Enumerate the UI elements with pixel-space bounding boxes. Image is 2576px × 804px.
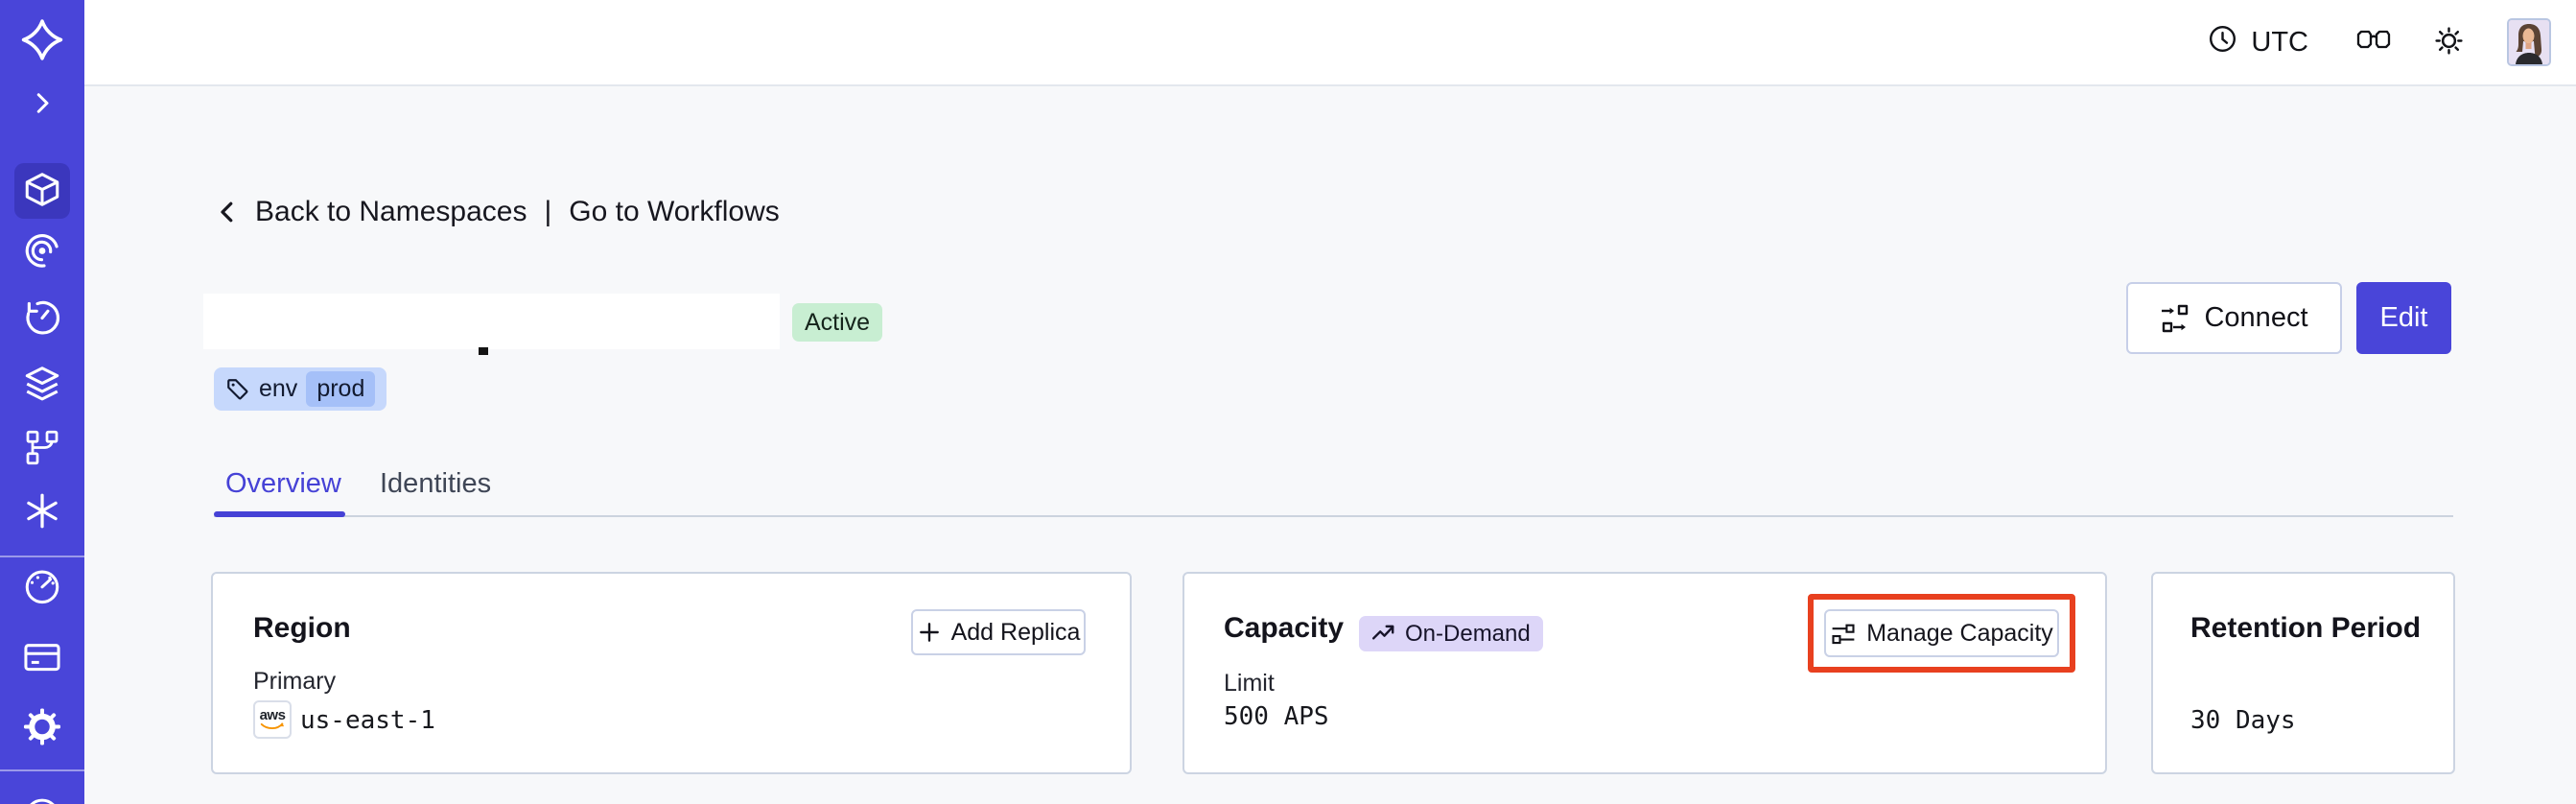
tabs-baseline (214, 515, 2453, 517)
sidebar-item-billing[interactable] (22, 637, 62, 680)
sidebar-item-schedules[interactable] (22, 298, 62, 342)
brightness-sun-icon (2433, 25, 2465, 59)
add-replica-label: Add Replica (950, 618, 1081, 646)
region-card: Region Add Replica Primary aws us-east-1 (211, 572, 1132, 774)
reader-glasses-button[interactable] (2356, 28, 2391, 58)
app-screen: UTC Back to Namespaces | Go to Workflows… (0, 0, 2576, 804)
tab-overview[interactable]: Overview (225, 468, 341, 500)
trend-up-icon (1371, 622, 1396, 647)
sidebar-divider (0, 556, 84, 557)
on-demand-badge: On-Demand (1359, 616, 1543, 651)
back-to-namespaces-link[interactable]: Back to Namespaces (255, 196, 527, 228)
add-replica-button[interactable]: Add Replica (911, 609, 1086, 655)
on-demand-badge-label: On-Demand (1405, 620, 1531, 647)
sidebar-item-expand[interactable] (28, 89, 57, 121)
user-avatar[interactable] (2507, 18, 2551, 66)
tag-value-chip: prod (306, 371, 376, 407)
edit-button-label: Edit (2379, 302, 2428, 333)
capacity-card-title: Capacity (1224, 612, 1345, 644)
deployments-layers-icon (22, 364, 62, 407)
tab-identities[interactable]: Identities (380, 468, 491, 500)
batch-branch-icon (23, 429, 61, 470)
capacity-field-label: Limit (1224, 670, 1275, 697)
usage-gauge-icon (22, 566, 62, 609)
settings-gear-icon (22, 707, 62, 750)
sidebar-item-settings[interactable] (22, 707, 62, 750)
tag-icon (225, 377, 250, 402)
workflows-spiral-icon (22, 231, 62, 274)
retention-value: 30 Days (2190, 706, 2296, 735)
connect-flow-icon (2160, 303, 2190, 334)
sidebar-item-deployments[interactable] (22, 364, 62, 407)
status-badge-label: Active (805, 308, 871, 336)
breadcrumb: Back to Namespaces | Go to Workflows (213, 196, 780, 228)
chevron-left-icon (213, 197, 242, 227)
capacity-value: 500 APS (1224, 702, 1329, 731)
reader-glasses-icon (2356, 28, 2391, 58)
topbar: UTC (84, 0, 2576, 86)
edit-button[interactable]: Edit (2356, 282, 2451, 354)
sidebar-item-usage[interactable] (22, 566, 62, 609)
plus-icon (917, 620, 942, 645)
namespace-tag: env prod (214, 367, 387, 411)
breadcrumb-separator: | (544, 196, 552, 227)
retention-card: Retention Period 30 Days (2151, 572, 2455, 774)
active-tab-underline (214, 511, 345, 517)
aws-logo-text: aws (259, 707, 286, 723)
region-field-label: Primary (253, 668, 337, 695)
nexus-asterisk-icon (23, 492, 61, 533)
sidebar-item-namespaces[interactable] (22, 170, 62, 213)
schedules-clock-icon (22, 298, 62, 342)
manage-capacity-label: Manage Capacity (1866, 619, 2053, 647)
tag-key: env (259, 375, 298, 402)
connect-button[interactable]: Connect (2126, 282, 2342, 354)
sidebar-item-home[interactable] (20, 18, 64, 65)
region-value: us-east-1 (300, 706, 435, 735)
theme-toggle-button[interactable] (2433, 25, 2465, 59)
region-card-title: Region (253, 612, 351, 644)
billing-card-icon (22, 637, 62, 680)
support-circle-icon (22, 796, 62, 804)
sidebar-nav (0, 0, 84, 804)
connect-button-label: Connect (2204, 302, 2308, 333)
chevron-right-icon (28, 89, 57, 121)
clock-icon (2208, 24, 2237, 61)
sidebar-item-nexus[interactable] (23, 492, 61, 533)
retention-card-title: Retention Period (2190, 612, 2422, 644)
sidebar-item-support[interactable] (22, 796, 62, 804)
namespace-title-redacted (203, 294, 780, 349)
timezone-selector[interactable]: UTC (2202, 23, 2314, 62)
manage-capacity-button[interactable]: Manage Capacity (1824, 609, 2059, 657)
avatar-photo (2509, 20, 2549, 64)
sidebar-item-workflows[interactable] (22, 231, 62, 274)
aws-provider-icon: aws (253, 700, 292, 739)
sliders-icon (1830, 620, 1857, 647)
status-badge: Active (792, 303, 883, 342)
sidebar-divider (0, 769, 84, 771)
capacity-card: Capacity On-Demand Manage Capacity Limit… (1183, 572, 2107, 774)
topbar-right-group: UTC (2202, 0, 2551, 84)
temporal-logo-icon (20, 18, 64, 65)
go-to-workflows-link[interactable]: Go to Workflows (569, 196, 780, 228)
timezone-label: UTC (2251, 26, 2308, 58)
aws-smile-arrow (260, 722, 285, 730)
sidebar-item-batch[interactable] (23, 429, 61, 470)
namespaces-cube-icon (22, 170, 62, 213)
redaction-artifact (479, 347, 488, 355)
